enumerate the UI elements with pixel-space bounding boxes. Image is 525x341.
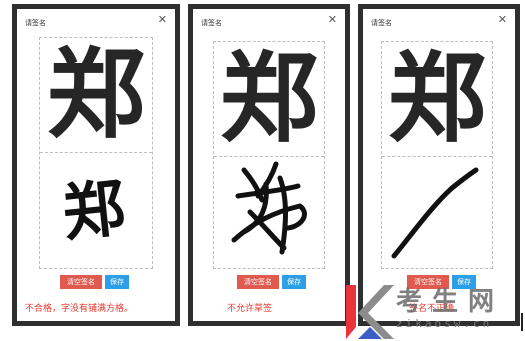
reference-character: 郑 — [46, 38, 145, 152]
close-icon[interactable]: ✕ — [158, 14, 167, 25]
close-icon[interactable]: ✕ — [498, 14, 507, 25]
text-cursor — [521, 313, 523, 331]
signature-dialog-2: 请签名 ✕ 郑 清空签名 保存 不允许草签 — [188, 4, 350, 326]
clear-signature-button[interactable]: 清空签名 — [237, 275, 279, 289]
reference-character: 郑 — [219, 42, 318, 156]
dialog-title: 请签名 — [25, 19, 46, 27]
dialog-title: 请签名 — [371, 19, 392, 27]
signature-pad[interactable]: 郑 郑 — [39, 37, 153, 269]
watermark-url: zikaosw.cn — [396, 317, 493, 330]
signature-pad[interactable]: 郑 — [381, 41, 493, 269]
dialog-title: 请签名 — [201, 19, 222, 27]
reference-character: 郑 — [387, 42, 486, 156]
handwriting-glyph: 郑 — [59, 171, 128, 250]
signature-dialog-1: 请签名 ✕ 郑 郑 清空签名 保存 不合格，字没有铺满方格。 — [12, 4, 180, 326]
save-button[interactable]: 保存 — [105, 275, 129, 289]
validation-message: 不合格，字没有铺满方格。 — [25, 304, 134, 314]
save-button[interactable]: 保存 — [282, 275, 306, 289]
signature-dialog-3: 请签名 ✕ 郑 清空签名 保存 签名不正确 — [358, 4, 520, 326]
validation-message: 不允许草签 — [227, 304, 273, 314]
clear-signature-button[interactable]: 清空签名 — [60, 275, 102, 289]
handwritten-line — [391, 167, 479, 259]
close-icon[interactable]: ✕ — [328, 14, 337, 25]
handwritten-scribble — [231, 161, 307, 255]
handwritten-signature: 郑 — [59, 171, 128, 250]
signature-pad[interactable]: 郑 — [213, 41, 325, 269]
watermark-text: 考生网 — [396, 287, 505, 317]
